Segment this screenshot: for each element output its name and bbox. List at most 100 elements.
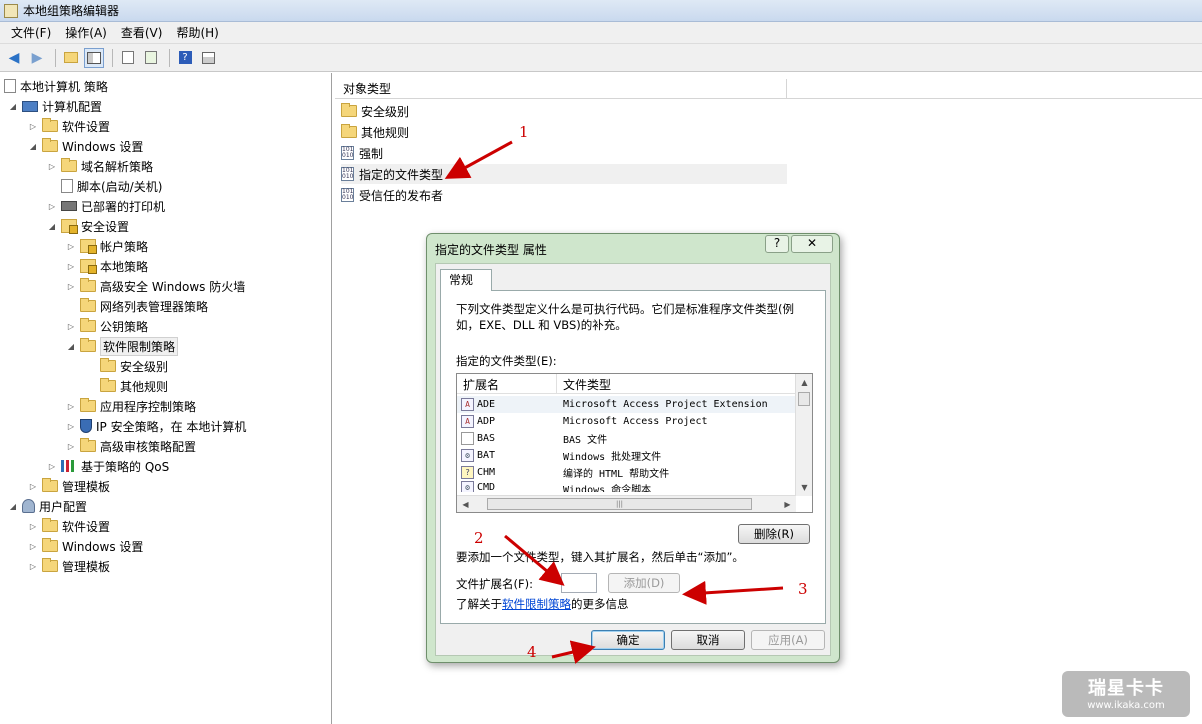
expand-icon[interactable]: ▷ [66,282,76,291]
tree-item-local-policy[interactable]: ▷ 本地策略 [66,256,148,276]
dialog-close-button[interactable]: ✕ [791,235,833,253]
dialog-help-button[interactable]: ? [765,235,789,253]
expand-icon[interactable]: ▷ [66,242,76,251]
tree-item-security-settings[interactable]: ◢ 安全设置 [47,216,129,236]
tree-item-software-restriction[interactable]: ◢ 软件限制策略 [66,336,179,356]
annotation-number-3: 3 [798,580,808,598]
tree-item-admin-templates[interactable]: ▷ 管理模板 [28,476,110,496]
expand-icon[interactable]: ▷ [47,202,57,211]
expand-icon[interactable]: ▷ [66,402,76,411]
extension-input[interactable] [561,573,597,593]
file-type-row[interactable]: ⚙ CMD Windows 命令脚本 [457,481,796,492]
apply-button[interactable]: 应用(A) [751,630,825,650]
expand-icon[interactable]: ▷ [28,122,38,131]
list-item-designated-file-types[interactable]: 101 010 指定的文件类型 [341,164,787,184]
file-type-row[interactable]: BAS BAS 文件 [457,430,796,447]
tree-item-public-key[interactable]: ▷ 公钥策略 [66,316,148,336]
tree-item-windows-settings[interactable]: ◢ Windows 设置 [28,136,143,156]
tree-item-printers[interactable]: ▷ 已部署的打印机 [47,196,165,216]
properties-icon[interactable] [118,48,138,68]
tree-item-computer-config[interactable]: ◢ 计算机配置 [8,96,102,116]
column-extension[interactable]: 扩展名 [457,374,557,394]
collapse-icon[interactable]: ◢ [66,342,76,351]
list-item-enforcement[interactable]: 101 010 强制 [341,143,787,163]
collapse-icon[interactable]: ◢ [8,502,18,511]
menu-help[interactable]: 帮助(H) [169,24,225,41]
tree-item-network-list[interactable]: 网络列表管理器策略 [80,296,208,316]
tree-item-applocker[interactable]: ▷ 应用程序控制策略 [66,396,196,416]
expand-icon[interactable]: ▷ [28,562,38,571]
tree-item-ipsec[interactable]: ▷ IP 安全策略，在 本地计算机 [66,416,246,436]
file-types-list[interactable]: 扩展名 文件类型 A ADE Microsoft Access Project E… [456,373,813,513]
tree-item-audit[interactable]: ▷ 高级审核策略配置 [66,436,196,456]
scroll-up-icon[interactable]: ▲ [796,374,812,391]
file-ext: CHM [477,467,496,478]
vertical-scrollbar[interactable]: ▲ ▼ [795,374,812,496]
collapse-icon[interactable]: ◢ [47,222,57,231]
ok-button[interactable]: 确定 [591,630,665,650]
tree-item-qos[interactable]: ▷ 基于策略的 QoS [47,456,169,476]
tree-item-software-settings[interactable]: ▷ 软件设置 [28,116,110,136]
menu-action[interactable]: 操作(A) [58,24,114,41]
expand-icon[interactable]: ▷ [28,482,38,491]
list-item-other-rules[interactable]: 其他规则 [341,122,787,142]
policy-doc-icon [4,79,16,93]
file-type-row[interactable]: A ADP Microsoft Access Project [457,413,796,430]
tree-item-account-policy[interactable]: ▷ 帐户策略 [66,236,148,256]
scroll-down-icon[interactable]: ▼ [796,479,812,496]
export-list-icon[interactable] [141,48,161,68]
scroll-thumb[interactable]: ||| [487,498,752,510]
collapse-icon[interactable]: ◢ [28,142,38,151]
expand-icon[interactable]: ▷ [28,522,38,531]
file-type-row[interactable]: ? CHM 编译的 HTML 帮助文件 [457,464,796,481]
tree-item-user-software[interactable]: ▷ 软件设置 [28,516,110,536]
forward-icon[interactable]: ▶ [27,48,47,68]
expand-icon[interactable]: ▷ [28,542,38,551]
menu-view[interactable]: 查看(V) [114,24,170,41]
expand-icon[interactable]: ▷ [66,442,76,451]
list-item-security-levels[interactable]: 安全级别 [341,101,787,121]
expand-icon[interactable]: ▷ [66,262,76,271]
tree-item-dns-policy[interactable]: ▷ 域名解析策略 [47,156,153,176]
tree-item-other-rules[interactable]: 其他规则 [100,376,168,396]
tree-item-user-windows[interactable]: ▷ Windows 设置 [28,536,143,556]
file-type-desc: Microsoft Access Project Extension [563,399,768,410]
help-icon[interactable]: ? [175,48,195,68]
scroll-right-icon[interactable]: ▶ [779,496,796,512]
expand-icon[interactable]: ▷ [47,162,57,171]
expand-icon[interactable]: ▷ [66,422,76,431]
tree-label: 基于策略的 QoS [81,459,170,474]
properties-dialog: 指定的文件类型 属性 ? ✕ 常规 下列文件类型定义什么是可执行代码。它们是标准… [426,233,840,663]
up-folder-icon[interactable] [61,48,81,68]
column-object-type[interactable]: 对象类型 [335,78,787,99]
tree-label: 用户配置 [39,499,88,514]
add-button[interactable]: 添加(D) [608,573,680,593]
action-pane-icon[interactable] [198,48,218,68]
collapse-icon[interactable]: ◢ [8,102,18,111]
tree-item-user-config[interactable]: ◢ 用户配置 [8,496,87,516]
delete-button[interactable]: 删除(R) [738,524,810,544]
menu-file[interactable]: 文件(F) [4,24,58,41]
horizontal-scrollbar[interactable]: ◀ ||| ▶ [457,495,796,512]
back-icon[interactable]: ◀ [4,48,24,68]
tab-general[interactable]: 常规 [440,269,492,291]
scroll-thumb[interactable] [798,392,810,406]
tree-item-firewall[interactable]: ▷ 高级安全 Windows 防火墙 [66,276,245,296]
folder-icon [341,103,357,117]
learn-more-suffix: 的更多信息 [571,597,629,611]
file-type-row[interactable]: A ADE Microsoft Access Project Extension [457,396,796,413]
show-hide-tree-icon[interactable] [84,47,104,68]
tree-item-scripts[interactable]: 脚本(启动/关机) [61,176,162,196]
folder-icon [61,158,77,172]
tree-item-user-admin[interactable]: ▷ 管理模板 [28,556,110,576]
tree-item-root[interactable]: 本地计算机 策略 [4,76,108,96]
software-restriction-link[interactable]: 软件限制策略 [502,597,571,611]
scroll-left-icon[interactable]: ◀ [457,496,474,512]
file-type-row[interactable]: ⚙ BAT Windows 批处理文件 [457,447,796,464]
column-file-type[interactable]: 文件类型 [557,374,796,394]
expand-icon[interactable]: ▷ [47,462,57,471]
list-item-trusted-publishers[interactable]: 101 010 受信任的发布者 [341,185,787,205]
cancel-button[interactable]: 取消 [671,630,745,650]
expand-icon[interactable]: ▷ [66,322,76,331]
tree-item-security-levels[interactable]: 安全级别 [100,356,168,376]
